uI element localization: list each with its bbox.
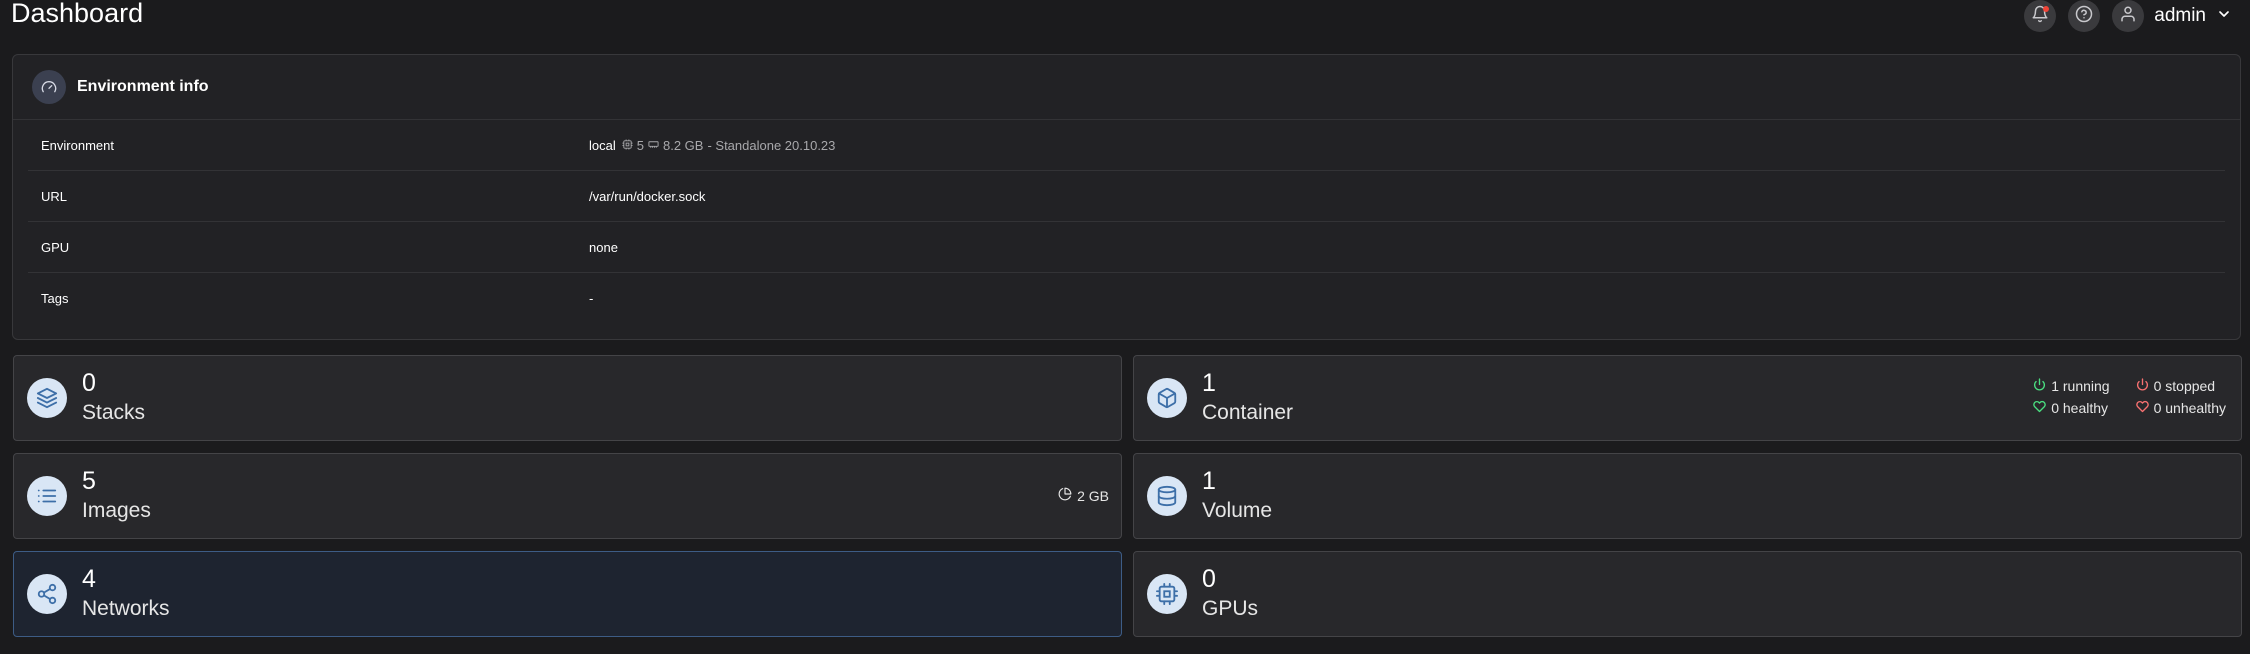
gpus-label: GPUs <box>1202 597 1259 620</box>
url-row: URL /var/run/docker.sock <box>28 171 2225 222</box>
volumes-tile[interactable]: 1 Volume <box>1133 453 2242 539</box>
help-icon <box>2075 5 2093 28</box>
heart-icon <box>2033 400 2047 416</box>
gpu-value: none <box>589 239 618 255</box>
running-count: 1 running <box>2051 378 2110 394</box>
power-icon <box>2033 378 2046 394</box>
top-bar: Dashboard admin <box>0 0 2250 48</box>
running-stat: 1 running <box>2033 378 2110 394</box>
unhealthy-stat: 0 unhealthy <box>2135 400 2226 416</box>
gpus-tile[interactable]: 0 GPUs <box>1133 551 2242 637</box>
containers-label: Container <box>1202 401 1294 424</box>
page-title: Dashboard <box>11 0 144 28</box>
help-button[interactable] <box>2068 0 2101 32</box>
share-icon <box>27 574 67 614</box>
environment-info-panel: Environment info Environment local 5 8.2… <box>12 54 2241 340</box>
stacks-tile[interactable]: 0 Stacks <box>13 355 1122 441</box>
stopped-stat: 0 stopped <box>2136 378 2226 394</box>
top-actions: admin <box>2024 0 2232 32</box>
avatar[interactable] <box>2112 0 2145 32</box>
user-icon <box>2119 5 2137 28</box>
container-stats: 1 running 0 stopped 0 healthy 0 unhealth… <box>2033 378 2226 416</box>
environment-label: Environment <box>41 137 114 153</box>
images-tile[interactable]: 5 Images 2 GB <box>13 453 1122 539</box>
healthy-stat: 0 healthy <box>2033 400 2109 416</box>
box-icon <box>1147 378 1187 418</box>
url-value: /var/run/docker.sock <box>589 188 706 204</box>
networks-tile[interactable]: 4 Networks <box>13 551 1122 637</box>
memory-size: 8.2 GB <box>662 137 704 153</box>
tags-row: Tags - <box>28 273 2225 323</box>
containers-tile[interactable]: 1 Container 1 running 0 stopped 0 health… <box>1133 355 2242 441</box>
volumes-label: Volume <box>1202 499 1273 522</box>
gpu-row: GPU none <box>28 222 2225 273</box>
volumes-count: 1 <box>1202 467 1216 495</box>
layers-icon <box>27 378 67 418</box>
database-icon <box>1147 476 1187 516</box>
tags-value: - <box>589 290 594 306</box>
chevron-down-icon[interactable] <box>2216 6 2232 27</box>
notifications-button[interactable] <box>2024 0 2057 32</box>
stopped-count: 0 stopped <box>2153 378 2216 394</box>
environment-info-header: Environment info <box>13 55 2240 120</box>
username: admin <box>2154 5 2206 26</box>
cpu-count: 5 <box>636 137 644 153</box>
heart-icon <box>2135 400 2149 416</box>
environment-row: Environment local 5 8.2 GB - Standalone … <box>28 120 2225 171</box>
cpu-icon <box>1147 574 1187 614</box>
environment-mode: - Standalone 20.10.23 <box>707 137 836 153</box>
environment-name: local <box>589 137 616 153</box>
environment-details: 5 8.2 GB - Standalone 20.10.23 <box>622 137 836 153</box>
images-count: 5 <box>82 467 96 495</box>
networks-count: 4 <box>82 565 96 593</box>
containers-count: 1 <box>1202 369 1216 397</box>
pie-chart-icon <box>1058 487 1072 504</box>
environment-value: local 5 8.2 GB - Standalone 20.10.23 <box>589 138 835 153</box>
tags-label: Tags <box>41 290 69 306</box>
gpu-label: GPU <box>41 239 70 255</box>
healthy-count: 0 healthy <box>2051 400 2109 416</box>
networks-label: Networks <box>82 597 170 620</box>
memory-icon <box>648 138 659 153</box>
environment-info-title: Environment info <box>77 78 209 95</box>
gauge-icon <box>32 70 66 104</box>
stacks-count: 0 <box>82 369 96 397</box>
images-size: 2 GB <box>1058 487 1109 504</box>
unhealthy-count: 0 unhealthy <box>2153 400 2226 416</box>
cpu-icon <box>622 138 633 153</box>
gpus-count: 0 <box>1202 565 1216 593</box>
images-size-value: 2 GB <box>1077 487 1109 504</box>
stacks-label: Stacks <box>82 401 146 424</box>
images-label: Images <box>82 499 151 522</box>
url-label: URL <box>41 188 68 204</box>
user-menu[interactable]: admin <box>2112 0 2232 32</box>
power-off-icon <box>2136 378 2149 394</box>
list-icon <box>27 476 67 516</box>
